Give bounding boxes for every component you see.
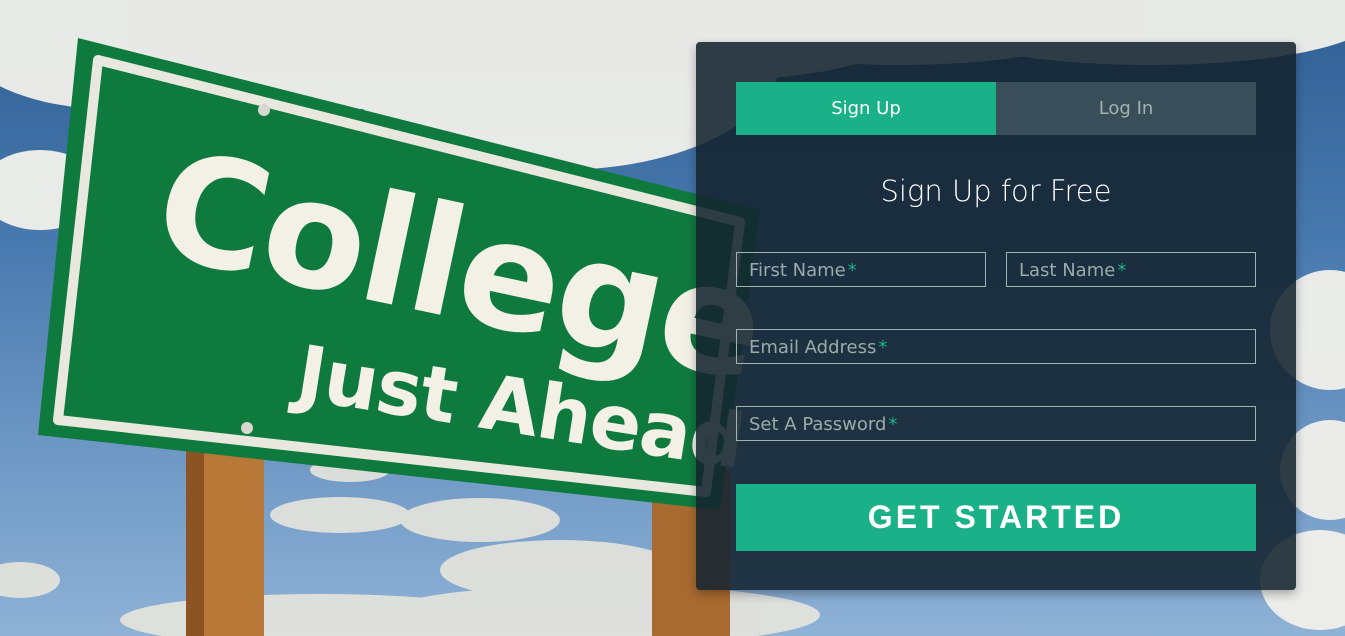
password-placeholder: Set A Password *	[749, 414, 898, 435]
required-mark: *	[1117, 260, 1127, 281]
required-mark: *	[888, 414, 898, 435]
tab-group: Sign Up Log In	[736, 82, 1256, 135]
hero-background: College Just Ahead Sign Up Log In Sign U…	[0, 0, 1345, 636]
last-name-field[interactable]: Last Name *	[1006, 252, 1256, 287]
signup-panel: Sign Up Log In Sign Up for Free First Na…	[696, 42, 1296, 590]
first-name-placeholder: First Name *	[749, 260, 857, 281]
first-name-field[interactable]: First Name *	[736, 252, 986, 287]
tab-sign-up[interactable]: Sign Up	[736, 82, 996, 135]
last-name-placeholder: Last Name *	[1019, 260, 1127, 281]
email-placeholder: Email Address *	[749, 337, 888, 358]
form-title: Sign Up for Free	[880, 174, 1112, 208]
tab-log-in[interactable]: Log In	[996, 82, 1256, 135]
password-field[interactable]: Set A Password *	[736, 406, 1256, 441]
required-mark: *	[878, 337, 888, 358]
email-field[interactable]: Email Address *	[736, 329, 1256, 364]
get-started-button[interactable]: GET STARTED	[736, 484, 1256, 551]
required-mark: *	[847, 260, 857, 281]
